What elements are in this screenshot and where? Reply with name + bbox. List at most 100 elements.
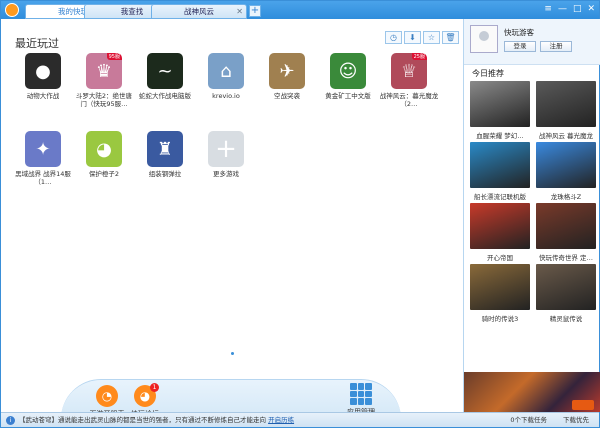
game-item[interactable]: ◕ 保护橙子2 xyxy=(74,131,134,186)
recommend-name: 精灵鼠传说 xyxy=(549,315,583,323)
history-icon[interactable]: ◷ xyxy=(385,31,402,44)
status-bar: i 【武动苍穹】通说能走出武灵山脉的都是当世的强者，只有通过不断修炼自己才能走向… xyxy=(1,412,599,427)
game-item[interactable]: ♛ 95服斗罗大陆2：绝世唐门（快玩95服… xyxy=(74,53,134,108)
close-icon[interactable]: ✕ xyxy=(587,4,595,14)
recommend-item[interactable]: 船长漂流记联机版 xyxy=(470,142,530,201)
recommend-name: 战神风云 暮光魔龙 xyxy=(538,132,594,140)
game-name: 黄金矿工中文版 xyxy=(325,92,371,100)
new-tab-button[interactable]: + xyxy=(249,5,261,17)
more-games-icon: + xyxy=(208,131,244,167)
notification-badge: 1 xyxy=(150,383,159,392)
recommend-name: 船长漂流记联机版 xyxy=(474,193,526,201)
game-name: 蛇蛇大作战电脑版 xyxy=(139,92,191,100)
favorite-icon[interactable]: ☆ xyxy=(423,31,440,44)
app-logo-icon xyxy=(5,3,19,17)
recommend-name: 骑时的传说3 xyxy=(481,315,519,323)
user-panel: 快玩游客 登录 注册 xyxy=(464,19,600,65)
recommend-thumbnail xyxy=(470,264,530,310)
recommend-thumbnail xyxy=(536,264,596,310)
ad-banner[interactable] xyxy=(464,372,600,412)
tab-zhanshen[interactable]: 战神风云 ✕ xyxy=(151,4,247,19)
main-panel: 最近玩过 ◷ ⬇ ☆ 🗑 ● 动物大作战 ♛ 95服斗罗大陆2：绝世唐门（快玩95服…… xyxy=(1,19,463,419)
bottom-dock: ◔ 页游开服表 ◕1 快玩论坛 应用管理 xyxy=(1,379,463,419)
recommend-item[interactable]: 骑时的传说3 xyxy=(470,264,530,323)
recommend-name: 龙珠格斗Z xyxy=(550,193,582,201)
game-icon: ☺ xyxy=(330,53,366,89)
page-indicator[interactable] xyxy=(231,352,234,355)
download-tasks[interactable]: 0个下载任务 xyxy=(510,413,547,428)
game-icon: ♕ 25服 xyxy=(391,53,427,89)
game-icon: ● xyxy=(25,53,61,89)
recommend-name: 血腥荣耀 梦幻… xyxy=(476,132,524,140)
game-item[interactable]: ~ 蛇蛇大作战电脑版 xyxy=(135,53,195,108)
tab-label: 战神风云 xyxy=(184,7,214,16)
game-icon: ⌂ xyxy=(208,53,244,89)
server-badge: 25服 xyxy=(411,53,427,60)
maximize-icon[interactable]: □ xyxy=(573,4,582,14)
download-icon[interactable]: ⬇ xyxy=(404,31,421,44)
game-name: 战神风云：暮光魔龙（2… xyxy=(379,92,439,108)
game-item[interactable]: ✈ 空战突袭 xyxy=(257,53,317,108)
game-item[interactable]: ✦ 黑域战界 战界14服（1… xyxy=(13,131,73,186)
game-name: 更多游戏 xyxy=(213,170,239,178)
game-name: 动物大作战 xyxy=(26,92,60,100)
game-name: krevio.io xyxy=(212,92,240,100)
login-button[interactable]: 登录 xyxy=(504,41,536,52)
app-grid-icon xyxy=(350,383,372,405)
recommend-thumbnail xyxy=(536,203,596,249)
server-list-icon: ◔ xyxy=(96,385,118,407)
recommend-name: 开心帝国 xyxy=(487,254,513,262)
page-title: 最近玩过 xyxy=(15,37,59,50)
server-badge: 95服 xyxy=(106,53,122,60)
recommend-title: 今日推荐 xyxy=(472,69,504,78)
game-item[interactable]: ● 动物大作战 xyxy=(13,53,73,108)
recommend-item[interactable]: 龙珠格斗Z xyxy=(536,142,596,201)
game-icon: ♛ 95服 xyxy=(86,53,122,89)
info-icon: i xyxy=(6,416,15,425)
status-right: 0个下载任务 下载优先 xyxy=(510,413,589,428)
game-icon: ♜ xyxy=(147,131,183,167)
recommend-thumbnail xyxy=(470,81,530,127)
recommend-item[interactable]: 血腥荣耀 梦幻… xyxy=(470,81,530,140)
download-priority[interactable]: 下载优先 xyxy=(563,413,589,428)
window-controls: ≡ — □ ✕ xyxy=(544,4,595,14)
recommend-thumbnail xyxy=(470,142,530,188)
recommend-thumbnail xyxy=(536,142,596,188)
game-name: 黑域战界 战界14服（1… xyxy=(15,170,71,186)
game-name: 组装钢弹拉 xyxy=(148,170,182,178)
username: 快玩游客 xyxy=(504,28,534,37)
toolbar: ◷ ⬇ ☆ 🗑 xyxy=(385,31,459,44)
game-icon: ◕ xyxy=(86,131,122,167)
recommend-thumbnail xyxy=(470,203,530,249)
game-item[interactable]: ♕ 25服战神风云：暮光魔龙（2… xyxy=(379,53,439,108)
ticker-link[interactable]: 开启历练 xyxy=(268,416,294,424)
title-bar: 我的快玩 我查找 战神风云 ✕ + ≡ — □ ✕ xyxy=(1,1,599,19)
recommend-item[interactable]: 精灵鼠传说 xyxy=(536,264,596,323)
forum-icon: ◕ 1 xyxy=(134,383,159,407)
game-name: 斗罗大陆2：绝世唐门（快玩95服… xyxy=(75,92,133,108)
game-item[interactable]: ♜ 组装钢弹拉 xyxy=(135,131,195,186)
menu-icon[interactable]: ≡ xyxy=(544,4,552,14)
delete-icon[interactable]: 🗑 xyxy=(442,31,459,44)
game-icon: ~ xyxy=(147,53,183,89)
banner-button[interactable] xyxy=(572,400,594,410)
game-item[interactable]: + 更多游戏 xyxy=(196,131,256,186)
avatar[interactable] xyxy=(470,25,498,53)
tab-close-icon[interactable]: ✕ xyxy=(236,5,243,19)
news-ticker: 【武动苍穹】通说能走出武灵山脉的都是当世的强者，只有通过不断修炼自己才能走向 开… xyxy=(19,416,295,424)
game-icon: ✦ xyxy=(25,131,61,167)
sidebar: 快玩游客 登录 注册 今日推荐 血腥荣耀 梦幻… 战神风云 暮光魔龙船长漂流记联机… xyxy=(463,19,600,412)
recommend-item[interactable]: 开心帝国 xyxy=(470,203,530,262)
recommend-item[interactable]: 快玩传奇世界 定… xyxy=(536,203,596,262)
recommend-thumbnail xyxy=(536,81,596,127)
game-name: 空战突袭 xyxy=(274,92,300,100)
game-icon: ✈ xyxy=(269,53,305,89)
game-item[interactable]: ☺ 黄金矿工中文版 xyxy=(318,53,378,108)
minimize-icon[interactable]: — xyxy=(558,4,567,14)
register-button[interactable]: 注册 xyxy=(540,41,572,52)
recommend-name: 快玩传奇世界 定… xyxy=(538,254,594,262)
game-item[interactable]: ⌂ krevio.io xyxy=(196,53,256,108)
tab-label: 我查找 xyxy=(120,7,144,16)
recommend-item[interactable]: 战神风云 暮光魔龙 xyxy=(536,81,596,140)
game-name: 保护橙子2 xyxy=(88,170,120,178)
